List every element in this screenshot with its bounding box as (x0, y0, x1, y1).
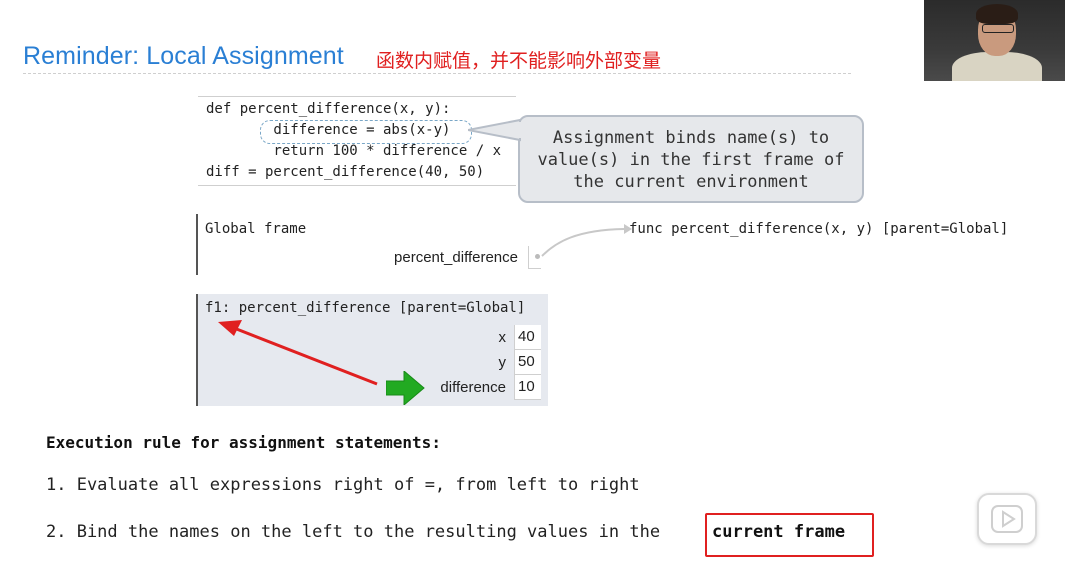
function-object-label: func percent_difference(x, y) [parent=Gl… (629, 221, 1009, 237)
f1-binding-name-y: y (498, 354, 507, 371)
annotation-note: 函数内赋值，并不能影响外部变量 (376, 50, 662, 72)
f1-binding-name-x: x (498, 329, 507, 346)
callout-bubble: Assignment binds name(s) to value(s) in … (518, 115, 864, 203)
play-icon (991, 505, 1023, 533)
global-binding-name: percent_difference (394, 249, 518, 266)
presenter-hair (976, 4, 1018, 24)
presenter-shirt (952, 52, 1042, 81)
code-line-4: diff = percent_difference(40, 50) (206, 164, 485, 180)
global-frame: Global frame percent_difference (196, 214, 541, 275)
f1-binding-value-difference: 10 (514, 375, 541, 400)
f1-binding-value-x: 40 (514, 325, 541, 350)
play-button[interactable] (977, 493, 1037, 545)
rule-step-1: 1. Evaluate all expressions right of =, … (46, 475, 640, 495)
rule-step-2: 2. Bind the names on the left to the res… (46, 522, 661, 542)
presenter-webcam (924, 0, 1065, 81)
f1-value-y: 50 (518, 353, 535, 370)
presenter-glasses (982, 24, 1014, 33)
assignment-highlight (260, 120, 472, 144)
callout-text: Assignment binds name(s) to value(s) in … (537, 128, 845, 192)
callout-pointer (468, 118, 524, 142)
code-line-1: def percent_difference(x, y): (206, 101, 451, 117)
green-arrow-icon (386, 371, 425, 405)
red-annotation-arrow (218, 320, 378, 386)
rules-heading: Execution rule for assignment statements… (46, 433, 441, 452)
current-frame-emphasis: current frame (712, 522, 846, 542)
title-divider (23, 73, 851, 74)
f1-binding-value-y: 50 (514, 350, 541, 375)
code-line-3: return 100 * difference / x (206, 143, 502, 159)
function-pointer-arrow (541, 224, 632, 257)
f1-value-x: 40 (518, 328, 535, 345)
global-frame-title: Global frame (205, 221, 307, 237)
f1-value-difference: 10 (518, 378, 535, 395)
slide-title: Reminder: Local Assignment (23, 42, 344, 70)
